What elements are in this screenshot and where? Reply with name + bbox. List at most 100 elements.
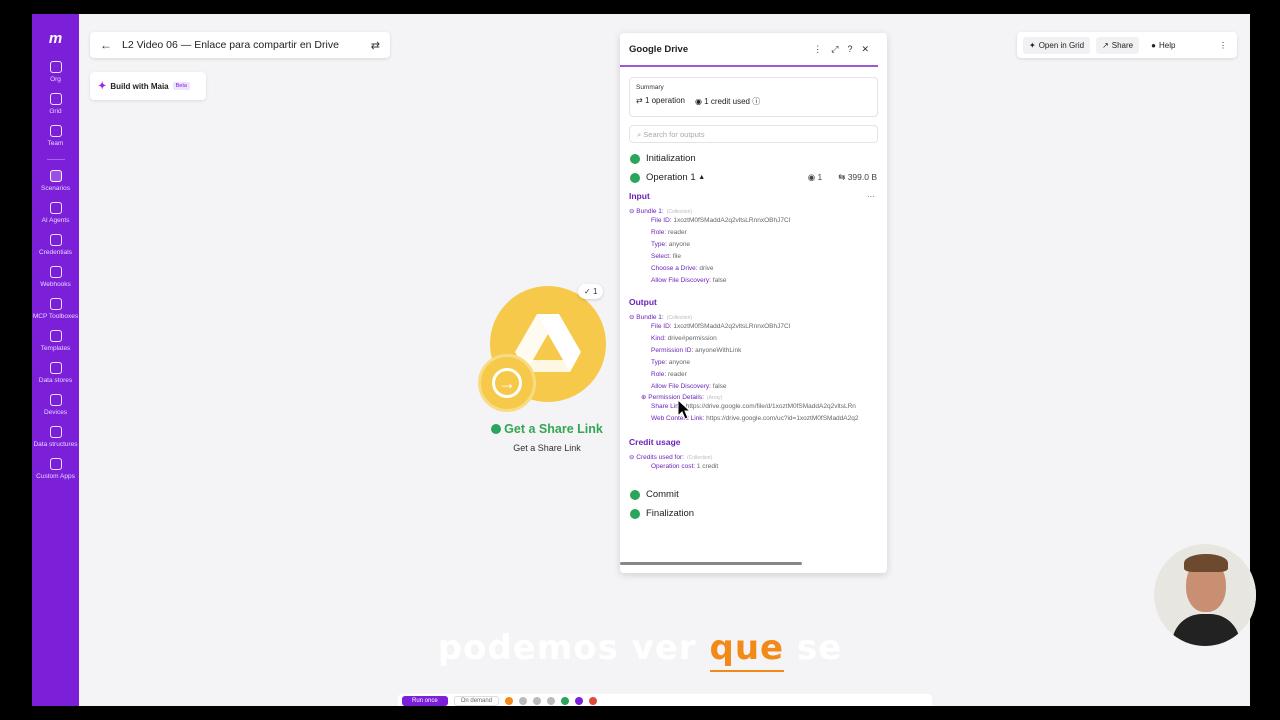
bundle-field[interactable]: Allow File Discovery: false [651,275,887,287]
sidebar-item-org[interactable]: Org [32,61,79,84]
tool-icon[interactable] [575,697,584,705]
home-icon [49,61,62,73]
sidebar-item-data-stores[interactable]: Data stores [32,362,79,385]
back-arrow-icon[interactable]: ← [100,38,112,52]
make-logo[interactable]: m [49,30,62,47]
subtitle-text: se [784,628,843,668]
output-bundle[interactable]: ⊖ Bundle 1: (Collection) [629,313,887,321]
sidebar-item-data-structures[interactable]: Data structures [32,426,79,449]
custom-app-icon [49,458,62,470]
bundle-field[interactable]: Type: anyone [651,239,887,251]
credits-text: 1 credit used [704,97,750,106]
tool-icon[interactable] [505,697,514,705]
more-options-icon[interactable]: ⋮ [813,44,822,55]
share-nodes-icon [49,170,62,182]
open-in-grid-button[interactable]: ✦ Open in Grid [1023,36,1091,54]
schedule-select[interactable]: On demand [453,696,500,706]
field-key: File ID: [651,323,672,330]
sidebar-item-label: MCP Toolboxes [32,313,79,320]
operation-label: Operation 1 [646,172,696,183]
bundle-field[interactable]: File ID: 1xoztM0fSMaddA2q2vltsLRnnxOBhJ7… [651,321,887,333]
bundle-field[interactable]: Type: anyone [651,357,887,369]
help-button[interactable]: ● Help [1145,37,1181,54]
toolbox-icon [49,298,62,310]
help-icon[interactable]: ? [847,44,852,54]
field-key: Allow File Discovery: [651,383,711,390]
field-value: false [712,277,727,284]
step-commit[interactable]: Commit [630,485,887,504]
sidebar-item-label: Scenarios [41,185,70,192]
step-finalization[interactable]: Finalization [630,504,887,523]
field-key: Role: [651,229,667,236]
credits-used-for[interactable]: ⊖ Credits used for: (Collection) [629,453,887,461]
more-options-icon[interactable]: ··· [867,192,875,201]
operation-row[interactable]: Operation 1 ▲ ◉ 1 ⇆ 399.0 B [630,168,887,187]
operation-count-badge[interactable]: ✓ 1 [578,284,604,299]
bundle-field[interactable]: Choose a Drive: drive [651,263,887,275]
field-key: Select: [651,253,671,260]
summary-card: Summary ⇄ 1 operation ◉ 1 credit used ⓘ [629,77,878,117]
presenter-webcam [1154,544,1256,646]
field-value: false [712,383,727,390]
panel-title: Google Drive [629,43,689,55]
bundle-field[interactable]: Kind: drive#permission [651,333,887,345]
tool-icon[interactable] [547,697,556,705]
bundle-field[interactable]: Select: file [651,251,887,263]
step-label: Finalization [646,508,695,519]
field-value: drive#permission [667,335,717,342]
tool-icon[interactable] [533,697,542,705]
field-value: drive [699,265,714,272]
beta-badge: Beta [172,82,190,90]
more-options-icon[interactable]: ⋮ [1219,41,1231,50]
cube-icon [49,426,62,438]
bundle-field[interactable]: Permission ID: anyoneWithLink [651,345,887,357]
caret-up-icon: ▲ [698,174,706,181]
field-key: Kind: [651,335,666,342]
scenario-header: ← L2 Video 06 — Enlace para compartir en… [90,32,390,58]
sidebar-item-grid[interactable]: Grid [32,93,79,116]
sidebar-item-scenarios[interactable]: Scenarios [32,170,79,193]
views-count: ◉ 1 [807,172,823,182]
bundle-field[interactable]: Role: reader [651,227,887,239]
sidebar-item-mcp-toolboxes[interactable]: MCP Toolboxes [32,298,79,321]
bundle-field[interactable]: File ID: 1xoztM0fSMaddA2q2vltsLRnnxOBhJ7… [651,215,887,227]
bundle-label: Bundle 1: [636,314,664,321]
input-bundle[interactable]: ⊖ Bundle 1: (Collection) [629,207,887,215]
open-in-grid-label: Open in Grid [1038,40,1085,50]
tool-icon[interactable] [589,697,598,705]
step-initialization[interactable]: Initialization [630,149,887,168]
sidebar-item-ai-agents[interactable]: AI Agents [32,202,79,225]
sidebar-item-templates[interactable]: Templates [32,330,79,353]
field-value: 1xoztM0fSMaddA2q2vltsLRnnxOBhJ7Cl [673,217,791,224]
field-value: file [672,253,681,260]
field-key: Choose a Drive: [651,265,698,272]
build-with-maia-button[interactable]: ✦ Build with Maia Beta [90,72,206,100]
field-value: reader [668,229,687,236]
settings-sliders-icon[interactable]: ⇄ [371,39,380,52]
sidebar-item-credentials[interactable]: Credentials [32,234,79,257]
bundle-field[interactable]: Role: reader [651,369,887,381]
bottom-toolbar: Run once On demand [398,694,932,706]
operation-cost-field[interactable]: Operation cost: 1 credit [651,461,887,473]
field-value: https://drive.google.com/file/d/1xoztM0f… [685,403,856,410]
output-search-input[interactable]: ⌕ Search for outputs [629,125,878,143]
scenario-title[interactable]: L2 Video 06 — Enlace para compartir en D… [122,39,361,51]
horizontal-scrollbar[interactable] [620,562,802,565]
tool-icon[interactable] [561,697,570,705]
bundle-label: Bundle 1: [636,208,664,215]
input-section-title: Input [629,191,650,201]
sidebar-item-label: Templates [40,345,71,352]
permission-details-label: Permission Details: [648,394,704,401]
bundle-field[interactable]: Allow File Discovery: false [651,381,887,393]
sidebar-item-team[interactable]: Team [32,125,79,148]
expand-icon[interactable]: ⤢ [831,44,838,55]
sidebar-item-custom-apps[interactable]: Custom Apps [32,458,79,481]
share-button[interactable]: ↗ Share [1096,36,1140,54]
field-key: Allow File Discovery: [651,277,711,284]
run-once-button[interactable]: Run once [402,696,448,706]
close-icon[interactable]: ✕ [861,44,869,55]
sidebar-item-devices[interactable]: Devices [32,394,79,417]
sidebar-item-webhooks[interactable]: Webhooks [32,266,79,289]
tool-icon[interactable] [519,697,528,705]
module-subtitle: Get a Share Link [513,443,581,453]
